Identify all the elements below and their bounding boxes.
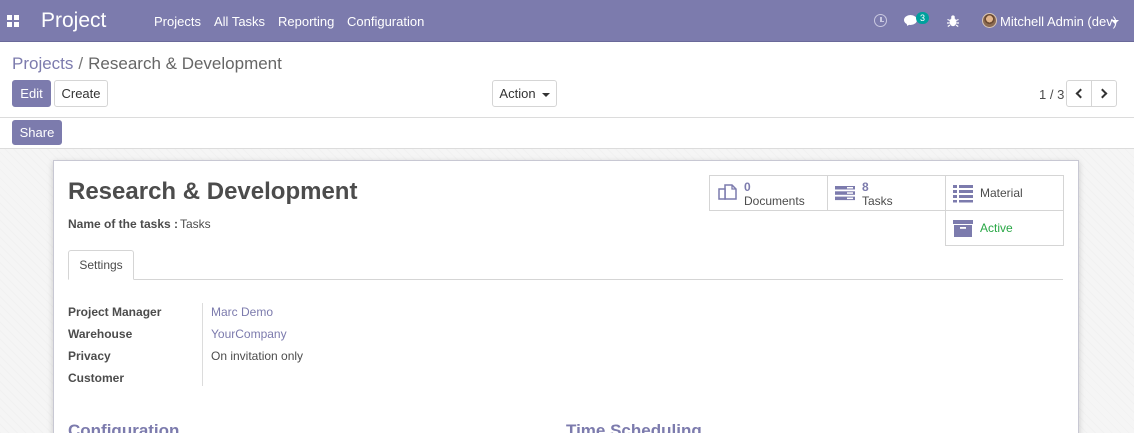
task-name-value[interactable]: Tasks — [180, 217, 211, 231]
action-caret-icon — [541, 92, 550, 97]
task-name-label: Name of the tasks : — [68, 217, 179, 231]
menu-item-all-tasks[interactable]: All Tasks — [214, 14, 265, 29]
tasks-smart-button[interactable]: 8 Tasks — [827, 175, 946, 211]
pager-previous-button[interactable] — [1066, 80, 1092, 107]
menu-item-reporting[interactable]: Reporting — [278, 14, 334, 29]
breadcrumb-separator: / — [78, 54, 84, 73]
archive-icon — [953, 220, 973, 237]
app-brand[interactable]: Project — [41, 9, 106, 33]
tasks-label: Tasks — [862, 194, 893, 208]
record-title[interactable]: Research & Development — [68, 178, 357, 206]
configuration-group-title: Configuration — [68, 421, 180, 433]
breadcrumb: Projects / Research & Development — [12, 54, 282, 74]
action-dropdown[interactable]: Action — [492, 80, 557, 107]
project-manager-label: Project Manager — [68, 305, 162, 319]
breadcrumb-projects-link[interactable]: Projects — [12, 54, 73, 73]
chat-count-badge: 3 — [916, 12, 929, 24]
privacy-label: Privacy — [68, 349, 111, 363]
smart-buttons-box: 0 Documents 8 Tasks Material Active — [709, 175, 1064, 246]
apps-menu-icon[interactable] — [7, 15, 19, 27]
documents-smart-button[interactable]: 0 Documents — [709, 175, 828, 211]
menu-item-configuration[interactable]: Configuration — [347, 14, 424, 29]
share-button[interactable]: Share — [12, 120, 62, 145]
documents-label: Documents — [744, 194, 805, 208]
breadcrumb-current: Research & Development — [88, 54, 282, 73]
form-statusbar — [0, 118, 1134, 149]
time-scheduling-group-title: Time Scheduling — [566, 421, 702, 433]
list-icon — [953, 185, 973, 203]
project-manager-value[interactable]: Marc Demo — [211, 305, 273, 319]
warehouse-label: Warehouse — [68, 327, 133, 341]
pager-value[interactable]: 1 / 3 — [1039, 87, 1064, 102]
customer-label: Customer — [68, 371, 125, 385]
field-column-separator — [202, 303, 203, 386]
material-smart-button[interactable]: Material — [945, 175, 1064, 211]
menu-item-projects[interactable]: Projects — [154, 14, 201, 29]
user-avatar[interactable] — [982, 13, 997, 28]
documents-icon — [718, 184, 737, 200]
debug-bug-icon[interactable] — [946, 14, 960, 28]
create-button[interactable]: Create — [54, 80, 108, 107]
notebook-tab-divider — [68, 279, 1063, 280]
tasks-count: 8 — [862, 180, 869, 194]
warehouse-value[interactable]: YourCompany — [211, 327, 287, 341]
main-navbar: Project Projects All Tasks Reporting Con… — [0, 0, 1134, 42]
documents-count: 0 — [744, 180, 751, 194]
chevron-right-icon — [1097, 88, 1108, 99]
privacy-value[interactable]: On invitation only — [211, 349, 303, 363]
edit-button[interactable]: Edit — [12, 80, 51, 107]
active-toggle-button[interactable]: Active — [945, 210, 1064, 246]
user-menu-name[interactable]: Mitchell Admin (dev) — [1000, 14, 1117, 29]
active-label: Active — [980, 221, 1013, 235]
material-label: Material — [980, 186, 1023, 200]
action-dropdown-label: Action — [499, 86, 536, 101]
user-menu-caret-icon[interactable] — [1111, 20, 1119, 24]
chevron-left-icon — [1075, 88, 1086, 99]
activity-clock-icon[interactable] — [874, 14, 887, 27]
pager-next-button[interactable] — [1091, 80, 1117, 107]
tab-settings[interactable]: Settings — [68, 250, 134, 280]
tasks-icon — [835, 186, 855, 201]
